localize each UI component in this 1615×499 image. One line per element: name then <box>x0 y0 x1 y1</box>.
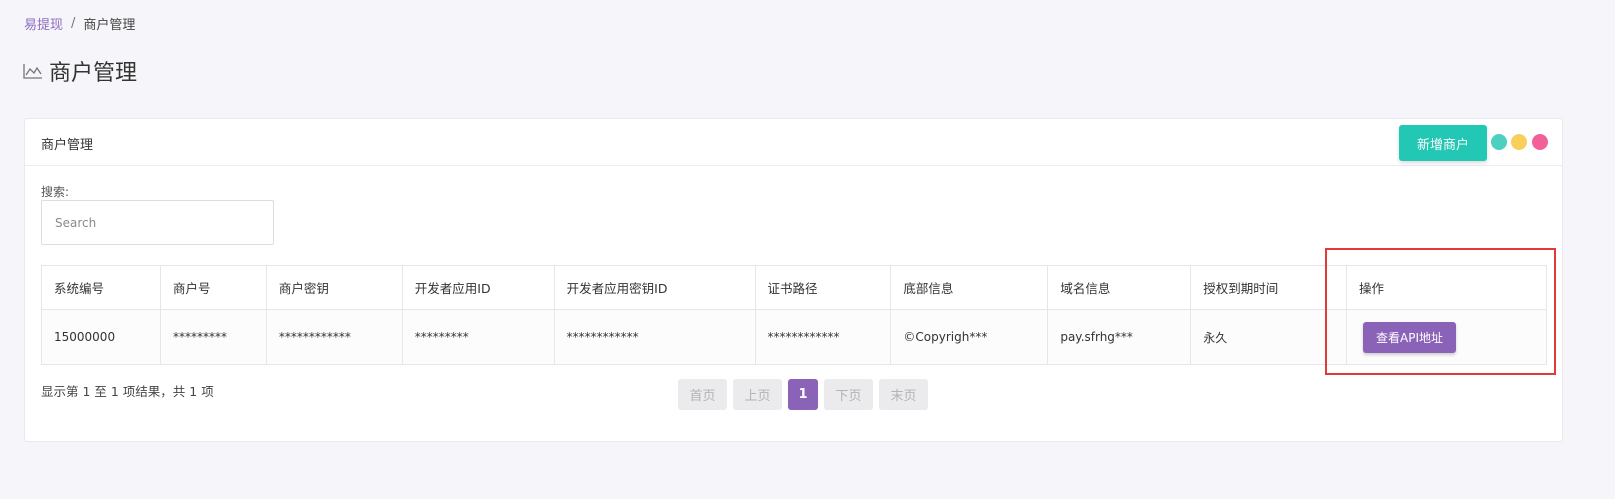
cell-expiry: 永久 <box>1190 309 1348 365</box>
column-header[interactable]: 商户密钥 <box>265 265 403 310</box>
merchant-table: 系统编号 商户号 商户密钥 开发者应用ID 开发者应用密钥ID 证书路径 底部信… <box>41 265 1547 365</box>
cell-app-secret-id: ************ <box>553 309 756 365</box>
view-api-address-button[interactable]: 查看API地址 <box>1363 321 1457 353</box>
page-title: 商户管理 <box>49 61 138 86</box>
column-header[interactable]: 商户号 <box>159 265 267 310</box>
pagination-current-page[interactable]: 1 <box>788 379 818 410</box>
cell-merchant-key: ************ <box>265 309 403 365</box>
table-row: 15000000 ********* ************ ********… <box>41 309 1547 365</box>
column-header[interactable]: 证书路径 <box>754 265 892 310</box>
search-label: 搜索: <box>41 185 70 199</box>
area-chart-icon <box>23 64 42 79</box>
pagination-prev[interactable]: 上页 <box>733 379 782 410</box>
breadcrumb: 易提现 / 商户管理 <box>24 14 135 33</box>
page-header: 商户管理 <box>23 55 137 87</box>
search-input[interactable] <box>41 200 274 245</box>
pagination: 首页 上页 1 下页 末页 <box>678 379 928 410</box>
cell-system-id: 15000000 <box>41 309 161 365</box>
column-header[interactable]: 开发者应用ID <box>401 265 555 310</box>
card-refresh-dot[interactable] <box>1491 134 1507 150</box>
pagination-last[interactable]: 末页 <box>879 379 928 410</box>
breadcrumb-root-link[interactable]: 易提现 <box>24 14 63 33</box>
card-header: 商户管理 新增商户 <box>25 119 1562 166</box>
cell-domain-info: pay.sfrhg*** <box>1047 309 1192 365</box>
merchant-card: 商户管理 新增商户 搜索: 系统编号 商户号 商户密钥 开发者应用ID 开发者应… <box>24 118 1563 442</box>
cell-actions: 查看API地址 <box>1346 309 1547 365</box>
cell-footer-info: ©Copyrigh*** <box>890 309 1049 365</box>
breadcrumb-separator: / <box>71 16 76 31</box>
pagination-first[interactable]: 首页 <box>678 379 727 410</box>
column-header[interactable]: 域名信息 <box>1047 265 1192 310</box>
table-header-row: 系统编号 商户号 商户密钥 开发者应用ID 开发者应用密钥ID 证书路径 底部信… <box>41 265 1547 310</box>
card-collapse-dot[interactable] <box>1511 134 1527 150</box>
results-summary: 显示第 1 至 1 项结果，共 1 项 <box>41 384 214 399</box>
cell-app-id: ********* <box>401 309 555 365</box>
cell-merchant-no: ********* <box>159 309 267 365</box>
column-header[interactable]: 底部信息 <box>890 265 1049 310</box>
column-header[interactable]: 开发者应用密钥ID <box>553 265 756 310</box>
column-header[interactable]: 授权到期时间 <box>1190 265 1348 310</box>
column-header[interactable]: 操作 <box>1346 265 1547 310</box>
card-close-dot[interactable] <box>1532 134 1548 150</box>
add-merchant-button[interactable]: 新增商户 <box>1399 125 1487 161</box>
breadcrumb-current: 商户管理 <box>83 18 136 33</box>
card-title: 商户管理 <box>41 138 94 153</box>
column-header[interactable]: 系统编号 <box>41 265 161 310</box>
pagination-next[interactable]: 下页 <box>824 379 873 410</box>
cell-cert-path: ************ <box>754 309 892 365</box>
